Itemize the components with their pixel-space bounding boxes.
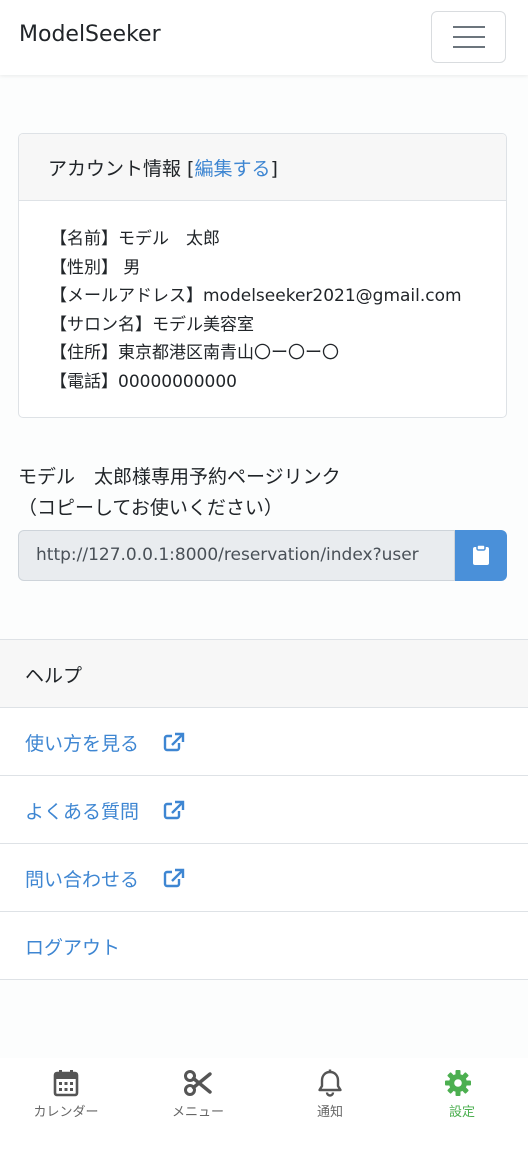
help-item-label: 問い合わせる [25,869,140,891]
account-info-card: アカウント情報 [編集する] 【名前】モデル 太郎 【性別】 男 【メールアドレ… [18,133,507,418]
scissors-icon [184,1070,212,1096]
help-item-label: 使い方を見る [25,733,140,755]
nav-item-label: カレンダー [33,1105,99,1120]
account-name: 【名前】モデル 太郎 [50,229,220,249]
account-card-title-suffix: ] [270,158,278,180]
account-address: 【住所】東京都港区南青山〇ー〇ー〇 [50,343,339,364]
nav-item-menu[interactable]: メニュー [132,1058,264,1152]
help-item-label: よくある質問 [25,801,140,823]
hamburger-icon-bar [453,46,485,48]
help-item-label: ログアウト [25,937,121,959]
brand-logo[interactable]: ModelSeeker [19,22,161,47]
nav-item-label: 設定 [448,1105,475,1120]
account-gender: 【性別】 男 [50,257,141,278]
nav-item-notifications[interactable]: 通知 [264,1058,396,1152]
bottom-navigation: カレンダー メニュー 通知 設定 [0,1058,528,1152]
reservation-url-field[interactable]: http://127.0.0.1:8000/reservation/index?… [18,530,455,581]
top-navbar: ModelSeeker [0,0,528,75]
help-item-how-to-use[interactable]: 使い方を見る [0,708,528,776]
reservation-link-title: モデル 太郎様専用予約ページリンク （コピーしてお使いください） [18,462,341,524]
hamburger-icon-bar [453,36,485,38]
help-item-contact[interactable]: 問い合わせる [0,844,528,912]
reservation-link-title-line2: （コピーしてお使いください） [18,497,283,519]
help-item-logout[interactable]: ログアウト [0,912,528,980]
account-card-body: 【名前】モデル 太郎 【性別】 男 【メールアドレス】modelseeker20… [19,201,506,397]
external-link-icon [163,800,185,820]
account-card-header: アカウント情報 [編集する] [19,134,506,201]
reservation-link-title-line1: モデル 太郎様専用予約ページリンク [18,466,341,488]
gear-icon [445,1070,471,1096]
help-item-faq[interactable]: よくある質問 [0,776,528,844]
account-salon-name: 【サロン名】モデル美容室 [50,314,254,335]
hamburger-icon [453,26,485,28]
nav-item-label: 通知 [316,1105,343,1120]
calendar-icon [53,1070,79,1097]
nav-item-settings[interactable]: 設定 [396,1058,528,1152]
external-link-icon [163,732,185,752]
nav-item-calendar[interactable]: カレンダー [0,1058,132,1152]
account-card-title: アカウント情報 [ [48,158,195,180]
copy-url-button[interactable] [455,530,507,581]
bell-icon [318,1069,342,1097]
nav-item-label: メニュー [171,1105,224,1120]
clipboard-icon [473,544,489,565]
menu-toggle-button[interactable] [431,11,506,63]
account-email: 【メールアドレス】modelseeker2021@gmail.com [50,286,462,307]
account-phone: 【電話】00000000000 [50,371,237,392]
help-section-header: ヘルプ [0,639,528,708]
edit-account-link[interactable]: 編集する [194,158,270,180]
external-link-icon [163,868,185,888]
